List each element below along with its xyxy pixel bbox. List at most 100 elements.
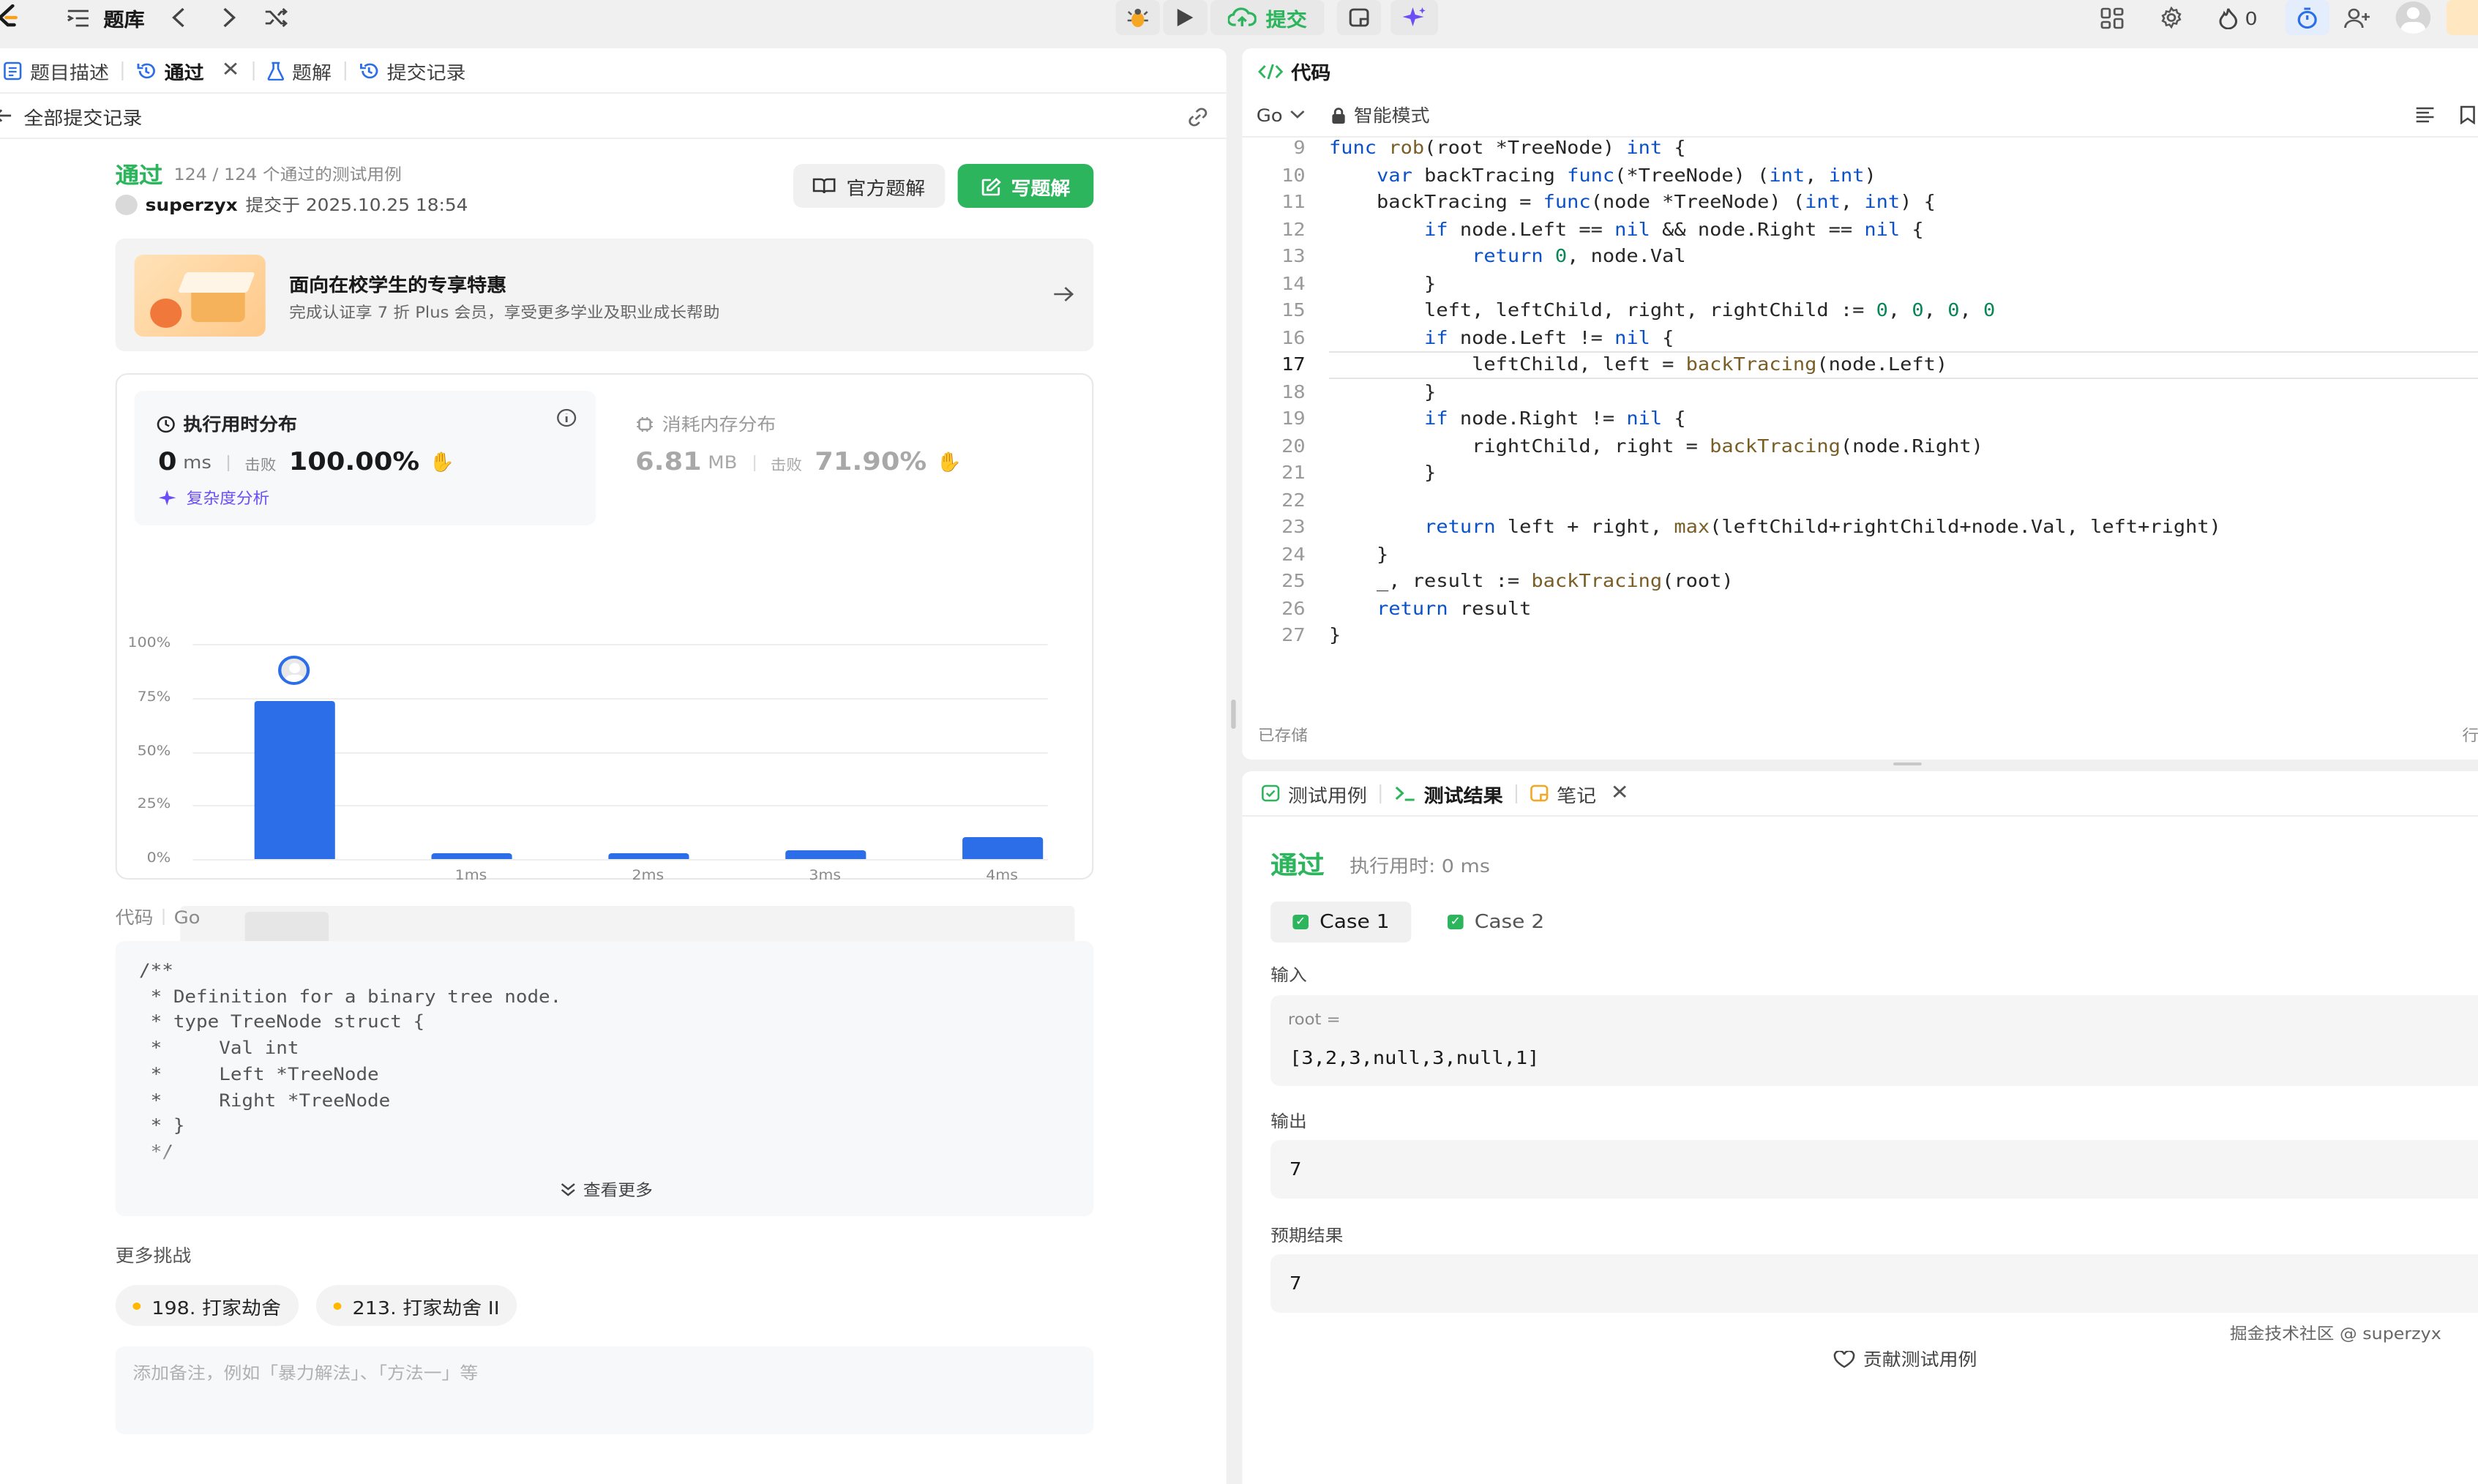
case-2-tab[interactable]: ✓ Case 2: [1426, 902, 1567, 943]
tab-test-result[interactable]: 测试结果: [1381, 771, 1516, 816]
random-problem-button[interactable]: [259, 0, 294, 35]
streak-counter[interactable]: 0: [2209, 0, 2266, 35]
code-line[interactable]: 26 return result: [1242, 595, 2478, 622]
expected-box: 7: [1270, 1254, 2478, 1313]
code-token: func: [1543, 190, 1591, 212]
code-token: result: [1459, 596, 1532, 618]
code-line[interactable]: 21 }: [1242, 460, 2478, 487]
line-number: 16: [1281, 326, 1306, 348]
chart-bar[interactable]: [785, 850, 866, 859]
my-submission-avatar-marker[interactable]: [278, 655, 310, 685]
bookmark-button[interactable]: [2459, 105, 2477, 124]
contribute-testcase-link[interactable]: 贡献测试用例: [1833, 1346, 1977, 1371]
code-line[interactable]: 25 _, result := backTracing(root): [1242, 568, 2478, 595]
code-token: if: [1424, 326, 1460, 348]
ai-assistant-button[interactable]: [1390, 0, 1439, 35]
invite-button[interactable]: [2336, 0, 2377, 35]
format-button[interactable]: [2415, 107, 2436, 123]
code-line[interactable]: 18 }: [1242, 378, 2478, 405]
line-number: 18: [1281, 380, 1306, 402]
input-var-name: root =: [1287, 1011, 1341, 1029]
avatar-icon: [2395, 1, 2431, 34]
code-line[interactable]: 20 rightChild, right = backTracing(node.…: [1242, 432, 2478, 460]
plus-badge[interactable]: [2446, 0, 2478, 35]
code-line[interactable]: 24 }: [1242, 541, 2478, 568]
line-number: 25: [1281, 569, 1306, 591]
debug-button[interactable]: [1115, 0, 1160, 35]
tab-code[interactable]: 代码: [1242, 48, 1343, 94]
code-line[interactable]: 11 backTracing = func(node *TreeNode) (i…: [1242, 189, 2478, 216]
submitted-code-line: * type TreeNode struct {: [139, 1011, 425, 1033]
contribute-label: 贡献测试用例: [1863, 1349, 1977, 1370]
code-token: }: [1329, 271, 1437, 293]
show-more-button[interactable]: 查看更多: [559, 1178, 653, 1202]
line-number: 22: [1281, 488, 1306, 510]
code-area[interactable]: 9 func rob(root *TreeNode) int {10 var ba…: [1242, 135, 2478, 662]
user-avatar[interactable]: [2392, 0, 2433, 35]
code-line[interactable]: 10 var backTracing func(*TreeNode) (int,…: [1242, 162, 2478, 189]
smart-mode-toggle[interactable]: 智能模式: [1330, 102, 1430, 127]
next-problem-button[interactable]: [212, 0, 247, 35]
code-token: func: [1329, 136, 1389, 158]
code-icon: [1258, 63, 1284, 79]
list-icon: [68, 9, 89, 26]
code-token: ,: [1805, 163, 1829, 185]
code-line[interactable]: 12 if node.Left == nil && node.Right == …: [1242, 216, 2478, 243]
sparkle-icon: [1402, 7, 1426, 26]
code-line[interactable]: 17 leftChild, left = backTracing(node.Le…: [1242, 351, 2478, 378]
line-source: var backTracing func(*TreeNode) (int, in…: [1329, 162, 1876, 189]
chart-bar[interactable]: [961, 836, 1043, 859]
settings-button[interactable]: [2152, 0, 2190, 35]
chart-bar[interactable]: [253, 700, 334, 859]
challenge-link-213[interactable]: 213. 打家劫舍 II: [315, 1285, 517, 1326]
checkbox-icon: [1262, 784, 1280, 802]
chevron-down-icon: [1289, 110, 1304, 119]
code-line[interactable]: 22: [1242, 487, 2478, 514]
language-select[interactable]: Go: [1242, 105, 1305, 125]
code-line[interactable]: 9 func rob(root *TreeNode) int {: [1242, 135, 2478, 162]
horizontal-splitter-handle[interactable]: [1893, 762, 1922, 765]
line-number: 15: [1281, 299, 1306, 321]
submitted-code-line: * Right *TreeNode: [139, 1090, 391, 1111]
input-box[interactable]: root = [3,2,3,null,3,null,1]: [1270, 995, 2478, 1086]
note-button[interactable]: [1336, 0, 1382, 35]
code-line[interactable]: 27}: [1242, 622, 2478, 649]
chart-bar[interactable]: [430, 853, 512, 859]
timer-button[interactable]: [2285, 0, 2329, 35]
code-token: _, result :=: [1329, 569, 1532, 591]
code-line[interactable]: 16 if node.Left != nil {: [1242, 324, 2478, 351]
code-token: (node.Right): [1840, 434, 1983, 456]
code-line[interactable]: 23 return left + right, max(leftChild+ri…: [1242, 514, 2478, 541]
tab-notes[interactable]: 笔记 ✕: [1517, 771, 1642, 816]
heart-icon: [1833, 1350, 1855, 1368]
submitted-code-block[interactable]: /** * Definition for a binary tree node.…: [115, 941, 1094, 1216]
line-source: return left + right, max(leftChild+right…: [1329, 514, 2221, 541]
run-button[interactable]: [1163, 0, 1208, 35]
chart-bar[interactable]: [607, 853, 689, 859]
vertical-splitter-handle[interactable]: [1231, 700, 1236, 729]
challenge-link-198[interactable]: 198. 打家劫舍: [115, 1285, 299, 1326]
line-number: 23: [1281, 515, 1306, 537]
submit-button[interactable]: 提交: [1210, 0, 1325, 35]
line-source: if node.Left == nil && node.Right == nil…: [1329, 216, 1924, 243]
prev-problem-button[interactable]: [161, 0, 196, 35]
code-line[interactable]: 14 }: [1242, 270, 2478, 297]
close-tab-icon[interactable]: ✕: [1611, 782, 1629, 805]
code-line[interactable]: 15 left, leftChild, right, rightChild :=…: [1242, 297, 2478, 324]
tab-code-label: 代码: [1291, 61, 1331, 83]
line-source: if node.Right != nil {: [1329, 405, 1686, 432]
code-line[interactable]: 19 if node.Right != nil {: [1242, 405, 2478, 432]
layout-button[interactable]: [2092, 0, 2130, 35]
case-1-tab[interactable]: ✓ Case 1: [1270, 902, 1412, 943]
code-token: rob: [1388, 136, 1425, 158]
smart-mode-label: 智能模式: [1353, 105, 1430, 126]
leetcode-logo-icon[interactable]: [0, 0, 26, 35]
note-area[interactable]: 添加备注，例如「暴力解法」、「方法一」等: [115, 1346, 1094, 1434]
chart-y-tick-label: 50%: [137, 743, 171, 759]
tab-testcase[interactable]: 测试用例: [1242, 771, 1380, 816]
code-token: backTracing: [1685, 353, 1817, 375]
problem-list-button[interactable]: 题库: [60, 0, 151, 35]
code-line[interactable]: 13 return 0, node.Val: [1242, 243, 2478, 270]
